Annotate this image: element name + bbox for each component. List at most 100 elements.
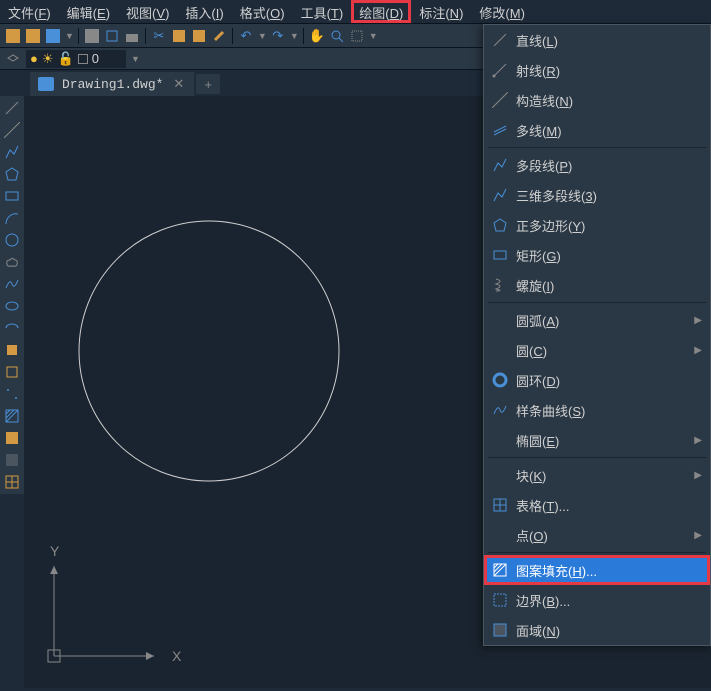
- gradient-icon: [4, 430, 20, 446]
- paste-icon: [193, 30, 205, 42]
- preview-icon: [105, 29, 119, 43]
- make-block-tool[interactable]: [2, 362, 22, 382]
- region-icon: [4, 452, 20, 468]
- menu-file[interactable]: 文件(F): [0, 0, 59, 23]
- insert-block-tool[interactable]: [2, 340, 22, 360]
- menu-pline[interactable]: 多段线(P): [484, 150, 710, 180]
- undo-dropdown-icon[interactable]: ▼: [258, 31, 267, 41]
- save-dropdown-icon[interactable]: ▼: [65, 31, 74, 41]
- menu-arc[interactable]: 圆弧(A)▶: [484, 305, 710, 335]
- spline-tool[interactable]: [2, 274, 22, 294]
- 3dpline-icon: [492, 187, 508, 203]
- layer-list-dropdown-icon[interactable]: ▼: [131, 54, 140, 64]
- ellipse-icon: [4, 298, 20, 314]
- sun-icon: ☀: [42, 51, 54, 67]
- menu-insert[interactable]: 插入(I): [177, 0, 231, 23]
- ellipse-arc-tool[interactable]: [2, 318, 22, 338]
- point-icon: [4, 386, 20, 402]
- menu-table[interactable]: 表格(T)...: [484, 490, 710, 520]
- menu-line[interactable]: 直线(L): [484, 25, 710, 55]
- menu-tools[interactable]: 工具(T): [293, 0, 352, 23]
- arc-tool[interactable]: [2, 208, 22, 228]
- table-tool[interactable]: [2, 472, 22, 492]
- open-button[interactable]: [24, 27, 42, 45]
- menu-hatch[interactable]: 图案填充(H)...: [484, 555, 710, 585]
- menu-mline[interactable]: 多线(M): [484, 115, 710, 145]
- region-tool[interactable]: [2, 450, 22, 470]
- line-icon: [492, 32, 508, 48]
- menu-xline[interactable]: 构造线(N): [484, 85, 710, 115]
- cut-icon: ✂: [153, 28, 164, 44]
- menu-rect[interactable]: 矩形(G): [484, 240, 710, 270]
- polygon-tool[interactable]: [2, 164, 22, 184]
- layer-dropdown[interactable]: ● ☀ 🔓 0: [26, 50, 126, 68]
- dwg-icon: [38, 77, 54, 91]
- zoom-window-button[interactable]: [348, 27, 366, 45]
- mline-icon: [492, 122, 508, 138]
- bulb-icon: ●: [30, 51, 38, 66]
- menu-spline[interactable]: 样条曲线(S): [484, 395, 710, 425]
- pan-button[interactable]: ✋: [308, 27, 326, 45]
- document-tab[interactable]: Drawing1.dwg* ✕: [30, 72, 194, 96]
- rect-icon: [4, 188, 20, 204]
- table-tool-icon: [4, 474, 20, 490]
- new-tab-button[interactable]: +: [196, 74, 220, 94]
- xline-tool[interactable]: [2, 120, 22, 140]
- pline-icon: [492, 157, 508, 173]
- submenu-arrow-icon: ▶: [694, 345, 702, 356]
- brush-icon: [212, 29, 226, 43]
- menu-format[interactable]: 格式(O): [232, 0, 293, 23]
- menu-polygon[interactable]: 正多边形(Y): [484, 210, 710, 240]
- gradient-tool[interactable]: [2, 428, 22, 448]
- zoom-realtime-button[interactable]: [328, 27, 346, 45]
- lock-icon: 🔓: [58, 51, 74, 67]
- point-tool[interactable]: [2, 384, 22, 404]
- copy-button[interactable]: [170, 27, 188, 45]
- axis-x-label: X: [172, 648, 182, 664]
- menu-view[interactable]: 视图(V): [118, 0, 177, 23]
- redo-icon: ↷: [272, 28, 283, 44]
- redo-button[interactable]: ↷: [269, 27, 287, 45]
- menu-region[interactable]: 面域(N): [484, 615, 710, 645]
- layer-manager-button[interactable]: [4, 50, 22, 68]
- menu-block[interactable]: 块(K)▶: [484, 460, 710, 490]
- rect-icon: [492, 247, 508, 263]
- new-button[interactable]: [4, 27, 22, 45]
- hatch-tool[interactable]: [2, 406, 22, 426]
- menu-circle[interactable]: 圆(C)▶: [484, 335, 710, 365]
- pline-tool[interactable]: [2, 142, 22, 162]
- rect-tool[interactable]: [2, 186, 22, 206]
- menu-point[interactable]: 点(O)▶: [484, 520, 710, 550]
- menu-ray[interactable]: 射线(R): [484, 55, 710, 85]
- menu-dimension[interactable]: 标注(N): [411, 0, 471, 23]
- menu-edit[interactable]: 编辑(E): [59, 0, 118, 23]
- menu-helix[interactable]: 螺旋(I): [484, 270, 710, 300]
- match-prop-button[interactable]: [210, 27, 228, 45]
- revcloud-tool[interactable]: [2, 252, 22, 272]
- menu-ellipse[interactable]: 椭圆(E)▶: [484, 425, 710, 455]
- line-tool[interactable]: [2, 98, 22, 118]
- submenu-arrow-icon: ▶: [694, 530, 702, 541]
- submenu-arrow-icon: ▶: [694, 315, 702, 326]
- print-button[interactable]: [83, 27, 101, 45]
- paste-button[interactable]: [190, 27, 208, 45]
- cut-button[interactable]: ✂: [150, 27, 168, 45]
- menu-modify[interactable]: 修改(M): [471, 0, 533, 23]
- menu-boundary[interactable]: 边界(B)...: [484, 585, 710, 615]
- menu-donut[interactable]: 圆环(D): [484, 365, 710, 395]
- menu-draw[interactable]: 绘图(D): [351, 0, 411, 23]
- hatch-tool-icon: [4, 408, 20, 424]
- redo-dropdown-icon[interactable]: ▼: [290, 31, 299, 41]
- zoom-dropdown-icon[interactable]: ▼: [369, 31, 378, 41]
- save-button[interactable]: [44, 27, 62, 45]
- ellipse-tool[interactable]: [2, 296, 22, 316]
- publish-button[interactable]: [123, 27, 141, 45]
- submenu-arrow-icon: ▶: [694, 470, 702, 481]
- circle-tool[interactable]: [2, 230, 22, 250]
- menubar: 文件(F) 编辑(E) 视图(V) 插入(I) 格式(O) 工具(T) 绘图(D…: [0, 0, 711, 24]
- tab-close-button[interactable]: ✕: [171, 76, 186, 92]
- zoom-window-icon: [350, 29, 364, 43]
- menu-3dpline[interactable]: 三维多段线(3): [484, 180, 710, 210]
- print-preview-button[interactable]: [103, 27, 121, 45]
- undo-button[interactable]: ↶: [237, 27, 255, 45]
